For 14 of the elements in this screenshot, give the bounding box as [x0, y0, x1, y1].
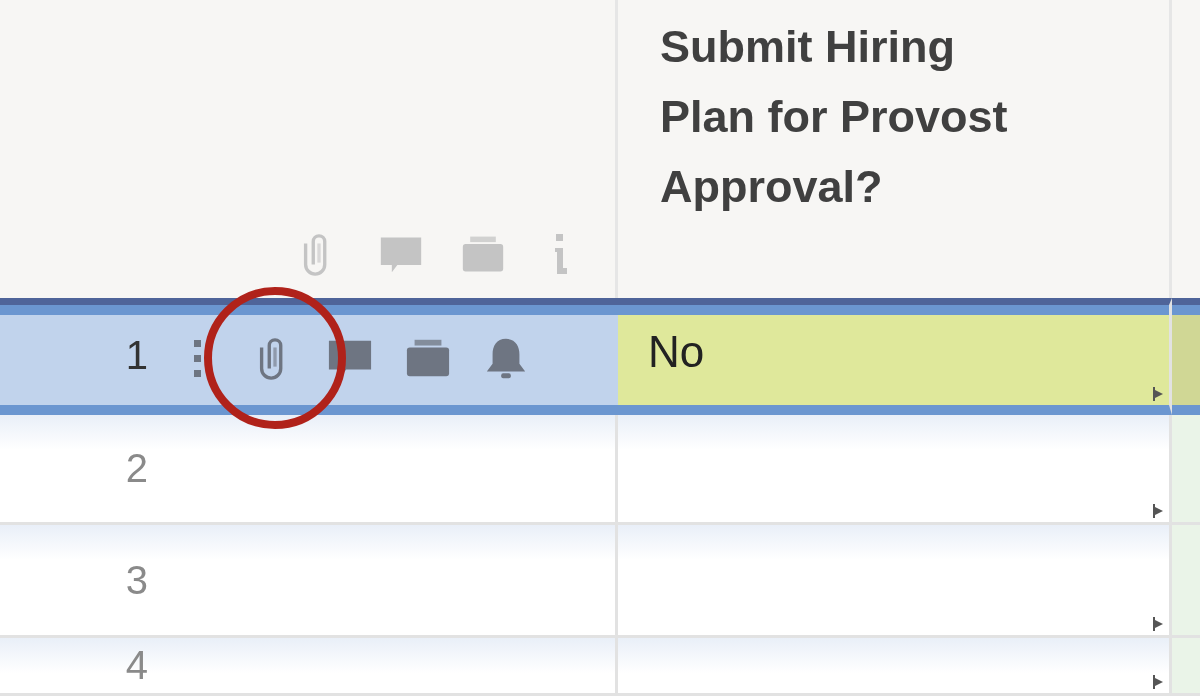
- dropdown-arrow-icon[interactable]: [1153, 504, 1163, 518]
- row-number: 1: [124, 332, 148, 378]
- row-header[interactable]: 1: [0, 298, 618, 415]
- table-cell[interactable]: [1172, 298, 1200, 415]
- row-number: 2: [124, 446, 148, 491]
- column-header[interactable]: Submit Hiring Plan for Provost Approval?: [618, 0, 1172, 298]
- dropdown-arrow-icon[interactable]: [1153, 387, 1163, 401]
- cell-value: No: [648, 327, 705, 377]
- dropdown-arrow-icon[interactable]: [1153, 617, 1163, 631]
- drag-handle-icon[interactable]: [192, 337, 203, 379]
- row-number: 4: [124, 643, 148, 688]
- dropdown-arrow-icon[interactable]: [1153, 675, 1163, 689]
- table-cell[interactable]: No: [618, 298, 1172, 415]
- row-number: 3: [124, 557, 148, 603]
